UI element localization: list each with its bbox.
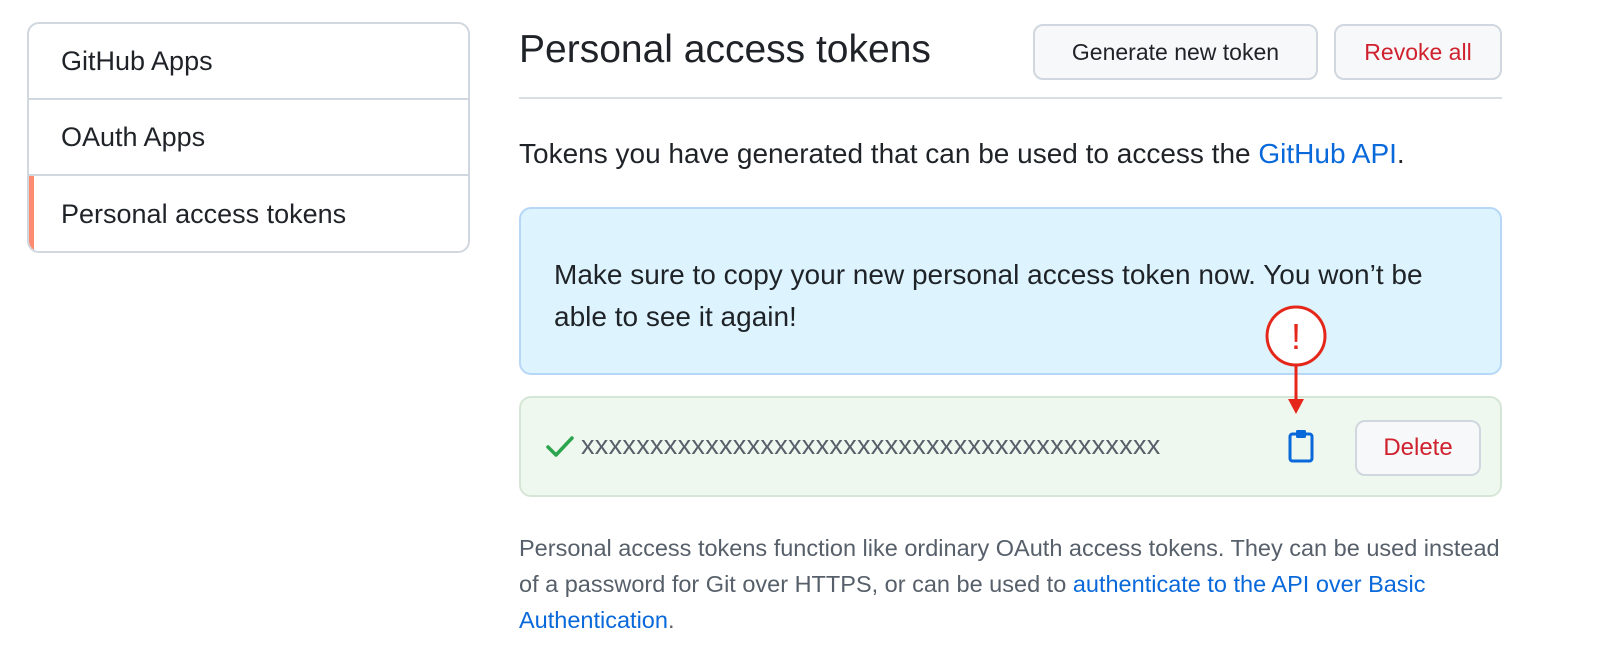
new-token-row: xxxxxxxxxxxxxxxxxxxxxxxxxxxxxxxxxxxxxxxx… bbox=[519, 396, 1502, 497]
copy-token-notice: Make sure to copy your new personal acce… bbox=[519, 207, 1502, 375]
page-title: Personal access tokens bbox=[519, 28, 931, 71]
sidebar-item-github-apps[interactable]: GitHub Apps bbox=[29, 24, 468, 100]
intro-suffix: . bbox=[1396, 138, 1405, 169]
sidebar-item-label: GitHub Apps bbox=[61, 45, 213, 76]
callout-annotation: ! bbox=[1265, 305, 1327, 414]
callout-symbol: ! bbox=[1291, 316, 1301, 357]
intro-text: Tokens you have generated that can be us… bbox=[519, 138, 1405, 170]
sidebar-item-label: Personal access tokens bbox=[61, 198, 347, 229]
revoke-all-button[interactable]: Revoke all bbox=[1334, 24, 1502, 80]
header-divider bbox=[519, 97, 1502, 99]
sidebar-item-label: OAuth Apps bbox=[61, 121, 206, 152]
intro-text-body: Tokens you have generated that can be us… bbox=[519, 138, 1259, 169]
settings-sidebar: GitHub Apps OAuth Apps Personal access t… bbox=[27, 22, 470, 253]
check-icon bbox=[546, 436, 574, 457]
delete-token-button[interactable]: Delete bbox=[1355, 420, 1481, 476]
sidebar-item-personal-access-tokens[interactable]: Personal access tokens bbox=[29, 176, 468, 251]
token-description: Personal access tokens function like ord… bbox=[519, 530, 1509, 638]
token-description-suffix: . bbox=[667, 607, 675, 633]
generate-new-token-button[interactable]: Generate new token bbox=[1033, 24, 1318, 80]
sidebar-item-oauth-apps[interactable]: OAuth Apps bbox=[29, 100, 468, 176]
clipboard-icon[interactable] bbox=[1286, 428, 1316, 464]
token-value: xxxxxxxxxxxxxxxxxxxxxxxxxxxxxxxxxxxxxxxx… bbox=[581, 430, 1161, 460]
github-api-link[interactable]: GitHub API bbox=[1258, 138, 1397, 169]
